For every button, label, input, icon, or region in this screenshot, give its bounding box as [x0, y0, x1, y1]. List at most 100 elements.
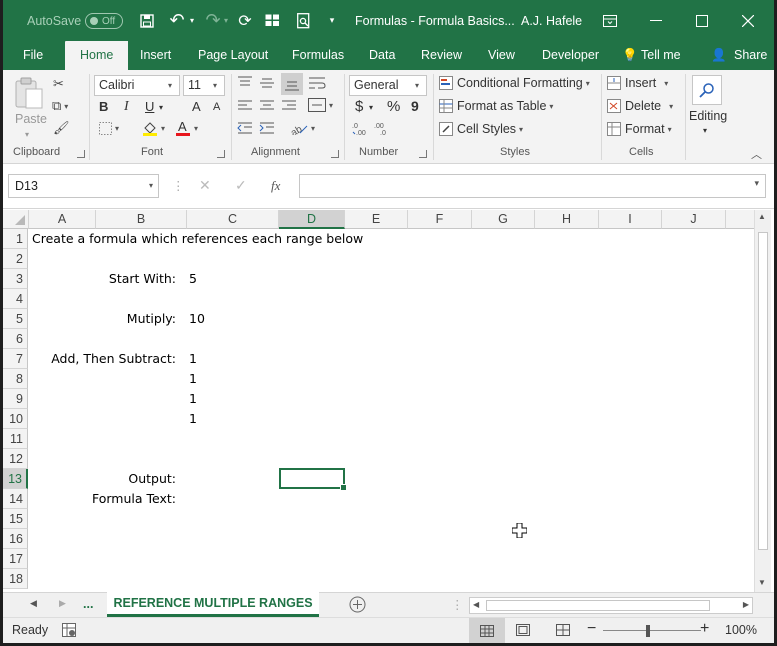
paste-dropdown-icon[interactable]: ▾ [25, 130, 29, 139]
percent-button[interactable]: % [387, 98, 400, 115]
comma-style-button[interactable]: 9 [411, 98, 419, 114]
collapse-ribbon-icon[interactable]: ︿ [751, 146, 762, 162]
column-header-b[interactable]: B [96, 210, 187, 229]
tab-data[interactable]: Data [369, 41, 395, 70]
conditional-formatting-button[interactable]: Conditional Formatting ▾ [439, 76, 590, 90]
zoom-out-icon[interactable]: − [587, 620, 596, 638]
normal-view-icon[interactable] [469, 618, 505, 643]
currency-button[interactable]: $ [355, 98, 363, 115]
name-box[interactable]: D13 ▾ [8, 174, 159, 198]
currency-dropdown-icon[interactable]: ▾ [369, 103, 373, 112]
column-header-d[interactable]: D [279, 210, 345, 229]
paste-icon[interactable] [13, 76, 45, 110]
align-right-icon[interactable] [281, 99, 297, 113]
cell-a1[interactable]: Create a formula which references each r… [32, 229, 363, 249]
cut-icon[interactable]: ✂ [53, 76, 64, 92]
row-header[interactable]: 18 [3, 569, 28, 589]
vertical-scrollbar[interactable]: ▲ ▼ [754, 210, 771, 592]
align-center-icon[interactable] [259, 99, 275, 113]
vertical-scroll-thumb[interactable] [758, 232, 768, 550]
cell-b3[interactable]: Start With: [29, 269, 176, 289]
scroll-down-icon[interactable]: ▼ [758, 578, 766, 587]
save-icon[interactable] [137, 0, 157, 41]
tab-view[interactable]: View [488, 41, 515, 70]
macro-record-icon[interactable] [62, 623, 76, 637]
row-header[interactable]: 17 [3, 549, 28, 569]
increase-decimal-icon[interactable]: .0.00 [352, 122, 370, 136]
paste-button[interactable]: Paste [15, 112, 47, 126]
tell-me-search[interactable]: Tell me [641, 41, 681, 70]
number-launcher-icon[interactable] [419, 150, 427, 158]
active-cell-d13[interactable] [279, 468, 347, 491]
merge-center-icon[interactable]: ▾ [308, 98, 333, 112]
row-header[interactable]: 1 [3, 229, 28, 249]
maximize-icon[interactable] [679, 0, 725, 41]
tab-review[interactable]: Review [421, 41, 462, 70]
row-header[interactable]: 15 [3, 509, 28, 529]
column-header-a[interactable]: A [29, 210, 96, 229]
column-header-i[interactable]: I [599, 210, 662, 229]
format-cells-button[interactable]: Format ▾ [607, 122, 672, 136]
add-sheet-icon[interactable] [349, 596, 366, 613]
cell-b13[interactable]: Output: [29, 469, 176, 489]
select-all-corner[interactable] [3, 210, 29, 229]
horizontal-scrollbar[interactable]: ◀ ▶ [469, 597, 753, 614]
minimize-icon[interactable] [633, 0, 679, 41]
row-header[interactable]: 12 [3, 449, 28, 469]
align-left-icon[interactable] [237, 99, 253, 113]
column-header-c[interactable]: C [187, 210, 279, 229]
font-name-select[interactable]: Calibri ▾ [94, 75, 180, 96]
undo-icon[interactable]: ↶ [165, 0, 189, 41]
print-preview-icon[interactable] [293, 0, 313, 41]
more-sheets-button[interactable]: ... [83, 597, 93, 611]
tab-split-grip-icon[interactable]: ⋮ [451, 597, 464, 612]
cell-c8[interactable]: 1 [189, 369, 197, 389]
fill-color-icon[interactable]: ▾ [142, 120, 165, 137]
refresh-icon[interactable]: ⟳ [235, 0, 255, 41]
clipboard-launcher-icon[interactable] [77, 150, 85, 158]
row-header[interactable]: 4 [3, 289, 28, 309]
ribbon-display-icon[interactable] [587, 0, 633, 41]
prev-sheet-icon[interactable]: ◀ [30, 598, 37, 609]
increase-indent-icon[interactable] [259, 121, 275, 135]
zoom-level[interactable]: 100% [725, 623, 757, 637]
column-header-j[interactable]: J [662, 210, 726, 229]
cell-b14[interactable]: Formula Text: [29, 489, 176, 509]
cell-c3[interactable]: 5 [189, 269, 197, 289]
page-layout-view-icon[interactable] [516, 624, 530, 636]
scroll-up-icon[interactable]: ▲ [758, 212, 766, 221]
customize-qat-icon[interactable]: ▾ [325, 0, 339, 41]
column-header-f[interactable]: F [408, 210, 472, 229]
zoom-slider-thumb[interactable] [646, 625, 650, 637]
column-header-e[interactable]: E [345, 210, 408, 229]
scroll-right-icon[interactable]: ▶ [743, 600, 749, 609]
horizontal-scroll-thumb[interactable] [486, 600, 710, 611]
tab-formulas[interactable]: Formulas [292, 41, 344, 70]
close-icon[interactable] [725, 0, 771, 41]
cell-b5[interactable]: Mutiply: [29, 309, 176, 329]
tab-page-layout[interactable]: Page Layout [198, 41, 268, 70]
row-header[interactable]: 6 [3, 329, 28, 349]
editing-button[interactable]: Editing [689, 109, 727, 123]
zoom-in-icon[interactable]: + [700, 620, 709, 638]
zoom-slider-track[interactable] [603, 630, 701, 631]
delete-cells-button[interactable]: Delete ▾ [607, 99, 673, 113]
font-size-select[interactable]: 11 ▾ [183, 75, 225, 96]
spreadsheet-grid[interactable]: A B C D E F G H I J 1 2 3 4 5 6 7 8 9 10… [3, 210, 774, 592]
middle-align-icon[interactable] [259, 76, 275, 90]
row-header[interactable]: 5 [3, 309, 28, 329]
page-break-view-icon[interactable] [556, 624, 570, 636]
row-header-selected[interactable]: 13 [3, 469, 28, 489]
row-header[interactable]: 16 [3, 529, 28, 549]
number-format-select[interactable]: General ▾ [349, 75, 427, 96]
wrap-text-icon[interactable] [308, 76, 326, 90]
row-header[interactable]: 3 [3, 269, 28, 289]
cell-c7[interactable]: 1 [189, 349, 197, 369]
orientation-icon[interactable]: ab ▾ [290, 121, 315, 136]
increase-font-button[interactable]: A [192, 99, 201, 114]
user-name[interactable]: A.J. Hafele [521, 0, 582, 41]
expand-formula-icon[interactable]: ▾ [754, 178, 759, 189]
row-header[interactable]: 11 [3, 429, 28, 449]
format-painter-icon[interactable]: 🖌 [53, 120, 70, 136]
insert-cells-button[interactable]: Insert ▾ [607, 76, 668, 90]
